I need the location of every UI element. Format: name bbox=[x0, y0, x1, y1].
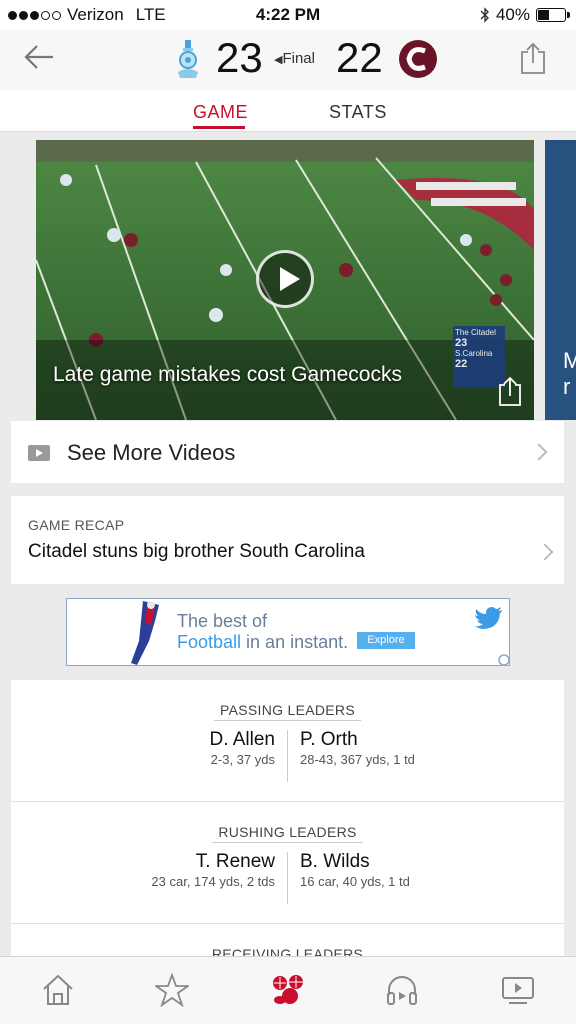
see-more-videos-row[interactable]: See More Videos bbox=[11, 421, 564, 483]
citadel-logo-icon[interactable] bbox=[174, 38, 202, 80]
away-leader-stats: 2-3, 37 yds bbox=[210, 752, 275, 767]
battery-percent: 40% bbox=[495, 5, 530, 24]
divider bbox=[287, 852, 288, 904]
bottom-tab-bar bbox=[0, 956, 576, 1024]
star-icon[interactable] bbox=[155, 973, 189, 1007]
play-button[interactable] bbox=[256, 250, 314, 308]
game-recap-card[interactable]: GAME RECAP Citadel stuns big brother Sou… bbox=[11, 496, 564, 584]
game-header: 23 ◀Final 22 bbox=[0, 30, 576, 90]
recap-headline[interactable]: Citadel stuns big brother South Carolina bbox=[28, 541, 365, 563]
next-video-card[interactable]: M r bbox=[545, 140, 576, 420]
receiving-leaders: RECEIVING LEADERS bbox=[11, 924, 564, 960]
section-title: PASSING LEADERS bbox=[11, 702, 564, 721]
passing-leaders: PASSING LEADERS D. Allen 2-3, 37 yds P. … bbox=[11, 680, 564, 802]
home-leader-stats: 28-43, 367 yds, 1 td bbox=[300, 752, 415, 767]
football-player-image bbox=[131, 601, 159, 665]
next-video-title: M r bbox=[563, 348, 576, 399]
bluetooth-icon bbox=[480, 7, 489, 23]
headphones-icon[interactable] bbox=[385, 973, 419, 1007]
away-leader-name[interactable]: T. Renew bbox=[196, 851, 275, 873]
ad-subline: Football in an instant. bbox=[177, 632, 349, 652]
share-icon[interactable] bbox=[498, 376, 522, 406]
status-bar: Verizon LTE 4:22 PM 40% bbox=[0, 0, 576, 30]
away-score: 23 bbox=[216, 34, 263, 81]
home-leader-name[interactable]: P. Orth bbox=[300, 729, 358, 751]
game-leaders-card: PASSING LEADERS D. Allen 2-3, 37 yds P. … bbox=[11, 680, 564, 960]
explore-button[interactable]: Explore bbox=[357, 632, 415, 649]
home-icon[interactable] bbox=[41, 973, 75, 1007]
video-player-icon[interactable] bbox=[501, 973, 535, 1007]
home-leader-name[interactable]: B. Wilds bbox=[300, 851, 370, 873]
sports-balls-icon[interactable] bbox=[271, 973, 305, 1007]
ad-choices-icon[interactable] bbox=[497, 653, 510, 666]
away-leader-stats: 23 car, 174 yds, 2 tds bbox=[151, 874, 275, 889]
recap-kicker: GAME RECAP bbox=[28, 517, 125, 533]
twitter-bird-icon bbox=[475, 607, 502, 629]
tab-game[interactable]: GAME bbox=[193, 102, 248, 123]
home-leader-stats: 16 car, 40 yds, 1 td bbox=[300, 874, 410, 889]
section-title: RUSHING LEADERS bbox=[11, 824, 564, 843]
chevron-right-icon bbox=[530, 443, 548, 461]
chevron-right-icon bbox=[536, 543, 554, 561]
battery-info: 40% bbox=[480, 5, 570, 25]
battery-icon bbox=[536, 8, 570, 22]
video-title[interactable]: Late game mistakes cost Gamecocks bbox=[53, 363, 402, 387]
video-card[interactable]: The Citadel 23 S.Carolina 22 Late game m… bbox=[36, 140, 534, 420]
share-icon[interactable] bbox=[520, 42, 546, 74]
ad-headline: The best of bbox=[177, 611, 268, 631]
home-score: 22 bbox=[336, 34, 383, 81]
twitter-ad-banner[interactable]: The best of Football in an instant. Expl… bbox=[66, 598, 510, 666]
tab-stats[interactable]: STATS bbox=[329, 102, 387, 123]
see-more-videos-label: See More Videos bbox=[67, 440, 236, 465]
video-icon bbox=[28, 445, 50, 461]
back-arrow-icon[interactable] bbox=[22, 40, 56, 74]
game-status: ◀Final bbox=[274, 50, 315, 67]
game-tabs: GAME STATS bbox=[0, 90, 576, 132]
away-leader-name[interactable]: D. Allen bbox=[210, 729, 275, 751]
active-tab-indicator bbox=[193, 126, 245, 129]
divider bbox=[287, 730, 288, 782]
rushing-leaders: RUSHING LEADERS T. Renew 23 car, 174 yds… bbox=[11, 802, 564, 924]
south-carolina-logo-icon[interactable] bbox=[399, 40, 437, 78]
